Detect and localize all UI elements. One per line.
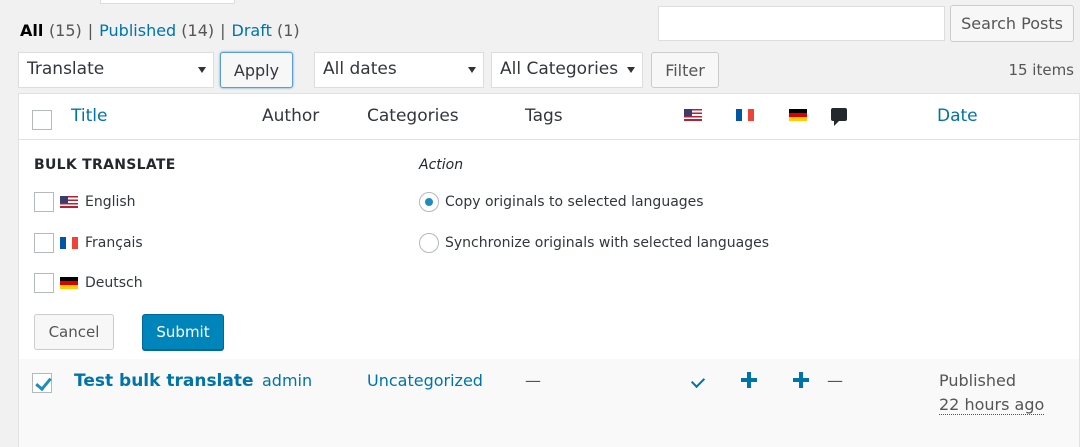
top-tab-stub: [100, 0, 235, 4]
language-label-french: Français: [85, 235, 143, 251]
action-heading: Action: [419, 157, 464, 173]
items-count: 15 items: [1008, 61, 1074, 79]
flag-de-icon: [789, 109, 807, 121]
select-all-checkbox[interactable]: [32, 110, 52, 130]
flag-us-icon: [60, 196, 78, 208]
plus-icon[interactable]: [793, 372, 809, 388]
chevron-down-icon: [468, 67, 476, 73]
date-filter-select[interactable]: All dates: [314, 52, 484, 88]
search-posts-button[interactable]: Search Posts: [950, 5, 1074, 42]
table-header: Title Author Categories Tags Date: [19, 94, 1079, 140]
post-status: Published: [939, 371, 1017, 390]
flag-fr-icon: [736, 109, 754, 121]
post-title-link[interactable]: Test bulk translate: [74, 371, 254, 391]
language-checkbox-german[interactable]: [34, 273, 54, 293]
post-author-link[interactable]: admin: [262, 371, 312, 390]
category-filter-select[interactable]: All Categories: [491, 52, 643, 88]
post-tags: —: [525, 371, 541, 390]
bulk-translate-heading: BULK TRANSLATE: [34, 157, 176, 173]
cancel-button[interactable]: Cancel: [34, 314, 114, 350]
plus-icon[interactable]: [741, 372, 757, 388]
flag-us-icon: [684, 109, 702, 121]
language-checkbox-french[interactable]: [34, 233, 54, 253]
post-date: 22 hours ago: [939, 395, 1045, 415]
language-label-english: English: [85, 194, 136, 210]
post-category-link[interactable]: Uncategorized: [367, 371, 483, 390]
action-label-copy: Copy originals to selected languages: [445, 194, 704, 210]
posts-table: Title Author Categories Tags Date BULK T…: [18, 93, 1080, 447]
comment-bubble-icon: [831, 108, 847, 126]
action-radio-synchronize[interactable]: [419, 233, 439, 253]
column-author: Author: [262, 106, 320, 126]
column-categories: Categories: [367, 106, 459, 126]
table-row: Test bulk translate admin Uncategorized …: [19, 359, 1079, 447]
filter-all[interactable]: All (15): [20, 21, 82, 40]
bulk-action-select[interactable]: Translate: [18, 52, 214, 88]
filter-button[interactable]: Filter: [651, 52, 719, 88]
post-status-filters: All (15) | Published (14) | Draft (1): [20, 21, 300, 40]
flag-fr-icon: [60, 237, 78, 249]
action-label-synchronize: Synchronize originals with selected lang…: [445, 235, 770, 251]
action-radio-copy[interactable]: [419, 192, 439, 212]
submit-button[interactable]: Submit: [142, 314, 224, 350]
search-input[interactable]: [658, 6, 945, 41]
chevron-down-icon: [198, 67, 206, 73]
column-date[interactable]: Date: [937, 106, 978, 126]
apply-button[interactable]: Apply: [220, 52, 293, 88]
row-checkbox[interactable]: [32, 373, 52, 393]
column-tags: Tags: [525, 106, 563, 126]
column-title[interactable]: Title: [71, 106, 107, 126]
chevron-down-icon: [627, 67, 635, 73]
filter-draft[interactable]: Draft (1): [232, 21, 300, 40]
flag-de-icon: [60, 277, 78, 289]
post-comments: —: [827, 371, 843, 390]
check-icon[interactable]: [690, 373, 706, 389]
filter-published[interactable]: Published (14): [99, 21, 214, 40]
language-label-german: Deutsch: [85, 275, 143, 291]
language-checkbox-english[interactable]: [34, 192, 54, 212]
